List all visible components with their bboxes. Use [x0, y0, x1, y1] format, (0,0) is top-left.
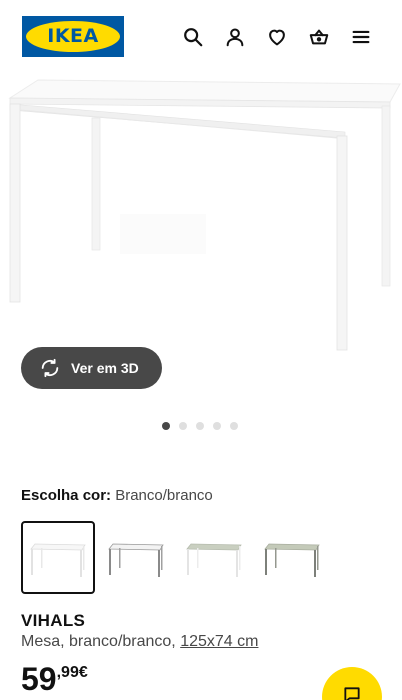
price-integer: 59 [21, 661, 57, 697]
gallery-pagination [162, 422, 238, 432]
swatch-branco-cinza[interactable] [99, 521, 173, 594]
price-decimal: ,99€ [56, 664, 88, 681]
chat-icon [344, 687, 360, 700]
search-icon[interactable] [180, 24, 206, 50]
color-swatches [21, 521, 329, 594]
site-header: IKEA [0, 0, 402, 74]
swatch-verde-branco[interactable] [177, 521, 251, 594]
view-3d-label: Ver em 3D [71, 360, 139, 376]
heart-icon[interactable] [264, 24, 290, 50]
basket-icon[interactable] [306, 24, 332, 50]
product-image-table [8, 79, 401, 351]
gallery-dot-3[interactable] [196, 422, 204, 430]
swatch-verde-cinza[interactable] [255, 521, 329, 594]
product-type-color: Mesa, branco/branco, [21, 633, 181, 650]
gallery-dot-5[interactable] [230, 422, 238, 430]
chat-button[interactable] [322, 667, 382, 700]
color-choice-label: Escolha cor: [21, 487, 112, 504]
gallery-dot-1[interactable] [162, 422, 170, 430]
gallery-dot-4[interactable] [213, 422, 221, 430]
color-choice-value: Branco/branco [115, 487, 213, 504]
product-name: VIHALS [21, 611, 86, 630]
swatch-branco-branco[interactable] [21, 521, 95, 594]
product-dimensions-link[interactable]: 125x74 cm [180, 633, 258, 650]
gallery-dot-2[interactable] [179, 422, 187, 430]
product-description: Mesa, branco/branco, 125x74 cm [21, 633, 258, 651]
ikea-logo[interactable]: IKEA [22, 16, 124, 57]
product-price: 59 ,99€ [21, 660, 88, 698]
rotate-3d-icon [41, 358, 59, 378]
product-image-gallery[interactable]: Ver em 3D [0, 74, 402, 446]
menu-icon[interactable] [348, 24, 374, 50]
user-icon[interactable] [222, 24, 248, 50]
view-3d-button[interactable]: Ver em 3D [21, 347, 162, 389]
color-choice: Escolha cor: Branco/branco [21, 487, 213, 504]
logo-wordmark: IKEA [47, 25, 99, 47]
